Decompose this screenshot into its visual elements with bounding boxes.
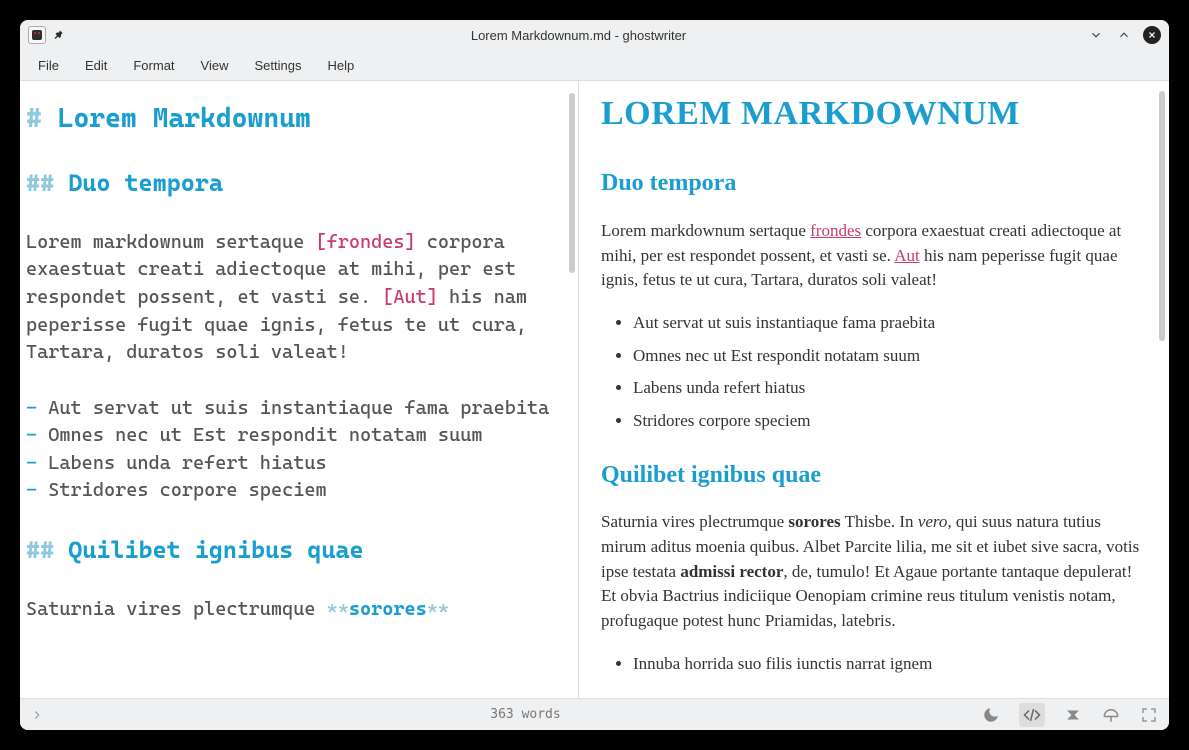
list-item: Aut servat ut suis instantiaque fama pra… (48, 397, 549, 419)
menubar: File Edit Format View Settings Help (20, 50, 1169, 80)
list-item: Omnes nec ut Est respondit notatam suum (633, 344, 1147, 369)
list-item: Stridores corpore speciem (48, 479, 326, 501)
menu-view[interactable]: View (189, 54, 241, 77)
statusbar: 363 words (20, 698, 1169, 730)
app-icon (28, 26, 46, 44)
window-controls (1087, 26, 1161, 44)
preview-em: vero (918, 512, 948, 531)
preview-text: Thisbe. In (841, 512, 918, 531)
md-boldmark: ** (427, 598, 449, 620)
word-count: 363 words (70, 707, 981, 722)
md-hash: ## (26, 536, 54, 564)
fullscreen-icon[interactable] (1139, 705, 1159, 725)
menu-file[interactable]: File (26, 54, 71, 77)
titlebar[interactable]: Lorem Markdownum.md - ghostwriter (20, 20, 1169, 50)
md-bold: sorores (349, 598, 427, 620)
html-preview-icon[interactable] (1019, 703, 1045, 727)
md-dash: - (26, 479, 37, 501)
list-item: Labens unda refert hiatus (48, 452, 326, 474)
md-hash: ## (26, 169, 54, 197)
md-h1-text: Lorem Markdownum (42, 103, 311, 134)
focus-mode-icon[interactable] (1101, 705, 1121, 725)
maximize-button[interactable] (1115, 26, 1133, 44)
preview-list: Aut servat ut suis instantiaque fama pra… (633, 311, 1147, 434)
app-window: Lorem Markdownum.md - ghostwriter File E… (20, 20, 1169, 730)
preview-h2: Quilibet ignibus quae (601, 458, 1147, 493)
menu-edit[interactable]: Edit (73, 54, 119, 77)
window-title: Lorem Markdownum.md - ghostwriter (70, 28, 1087, 43)
chevron-right-icon[interactable] (30, 708, 70, 722)
editor-scrollbar[interactable] (569, 93, 575, 273)
dark-mode-icon[interactable] (981, 705, 1001, 725)
md-h2-text: Quilibet ignibus quae (54, 536, 363, 564)
md-boldmark: ** (327, 598, 349, 620)
editor-text: Lorem markdownum sertaque (26, 231, 315, 253)
preview-text: Saturnia vires plectrumque (601, 512, 788, 531)
md-link: [frondes] (315, 231, 415, 253)
preview-h2: Duo tempora (601, 166, 1147, 201)
html-preview[interactable]: LOREM MARKDOWNUM Duo tempora Lorem markd… (579, 81, 1169, 698)
pin-icon[interactable] (52, 29, 64, 41)
md-h2-text: Duo tempora (54, 169, 223, 197)
list-item: Labens unda refert hiatus (633, 376, 1147, 401)
preview-h1: LOREM MARKDOWNUM (601, 89, 1147, 138)
md-link: [Aut] (382, 286, 438, 308)
markdown-editor[interactable]: # Lorem Markdownum ## Duo tempora Lorem … (20, 81, 578, 698)
list-item: Stridores corpore speciem (633, 409, 1147, 434)
preview-list: Innuba horrida suo filis iunctis narrat … (633, 652, 1147, 677)
menu-help[interactable]: Help (315, 54, 366, 77)
close-button[interactable] (1143, 26, 1161, 44)
editor-text: Saturnia vires plectrumque (26, 598, 327, 620)
md-dash: - (26, 424, 37, 446)
preview-bold: admissi rector (680, 562, 783, 581)
minimize-button[interactable] (1087, 26, 1105, 44)
menu-format[interactable]: Format (121, 54, 186, 77)
md-hash: # (26, 103, 42, 134)
menu-settings[interactable]: Settings (242, 54, 313, 77)
md-dash: - (26, 397, 37, 419)
list-item: Omnes nec ut Est respondit notatam suum (48, 424, 482, 446)
preview-scrollbar[interactable] (1159, 91, 1165, 341)
content-split: # Lorem Markdownum ## Duo tempora Lorem … (20, 80, 1169, 698)
preview-link[interactable]: frondes (810, 221, 861, 240)
hemingway-mode-icon[interactable] (1063, 705, 1083, 725)
preview-bold: sorores (788, 512, 840, 531)
preview-link[interactable]: Aut (894, 246, 920, 265)
list-item: Aut servat ut suis instantiaque fama pra… (633, 311, 1147, 336)
preview-text: Lorem markdownum sertaque (601, 221, 810, 240)
list-item: Innuba horrida suo filis iunctis narrat … (633, 652, 1147, 677)
md-dash: - (26, 452, 37, 474)
